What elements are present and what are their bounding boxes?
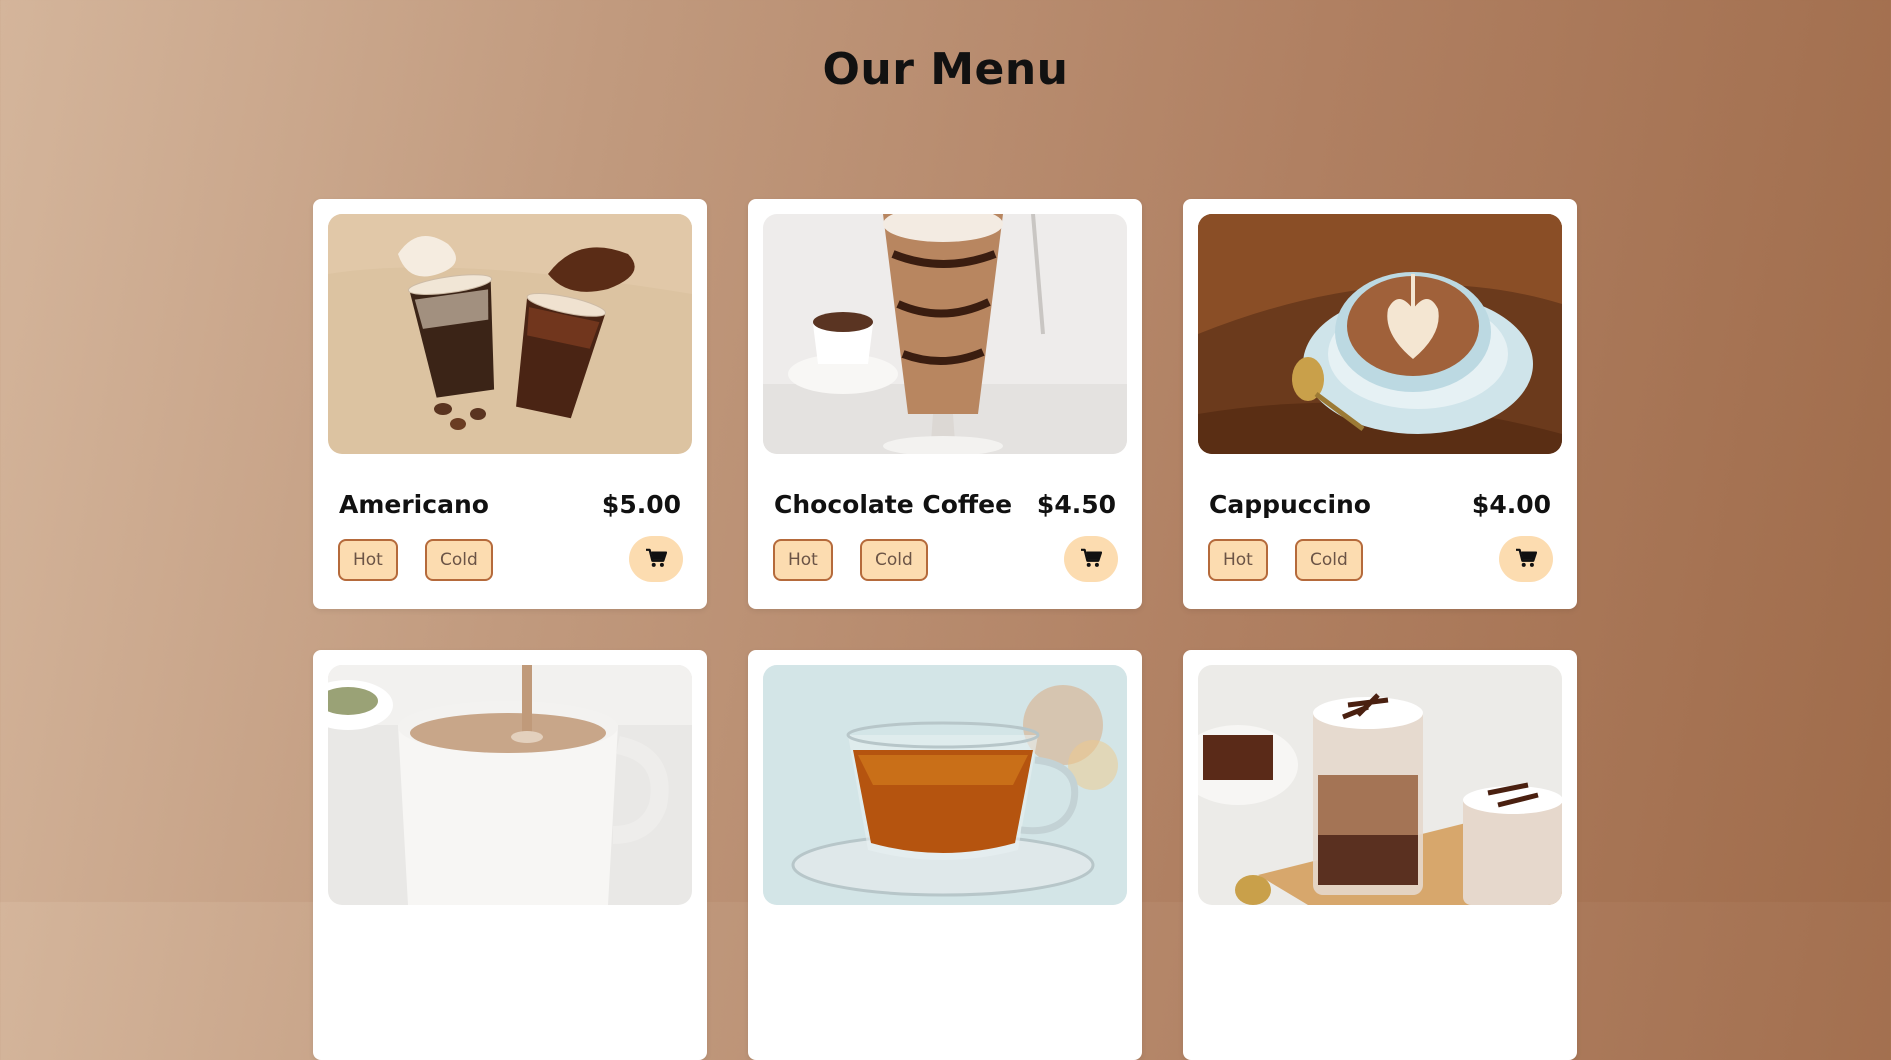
card-info: Americano $5.00 Hot Cold [328, 454, 692, 582]
cappuccino-image [1198, 214, 1562, 454]
add-to-cart-button[interactable] [629, 536, 683, 582]
black-tea-image [763, 665, 1127, 905]
cold-option-button[interactable]: Cold [1295, 539, 1363, 581]
shopping-cart-icon [1515, 548, 1538, 571]
hot-option-button[interactable]: Hot [773, 539, 833, 581]
chocolate-coffee-image [763, 214, 1127, 454]
menu-card: Americano $5.00 Hot Cold [313, 199, 707, 609]
item-price: $5.00 [601, 490, 681, 519]
americano-image [328, 214, 692, 454]
menu-card: Chocolate Coffee $4.50 Hot Cold [748, 199, 1142, 609]
item-name: Americano [339, 490, 489, 519]
shopping-cart-icon [1080, 548, 1103, 571]
menu-card: Cappuccino $4.00 Hot Cold [1183, 199, 1577, 609]
milk-tea-image [328, 665, 692, 905]
card-info: Chocolate Coffee $4.50 Hot Cold [763, 454, 1127, 582]
cold-option-button[interactable]: Cold [860, 539, 928, 581]
hot-option-button[interactable]: Hot [338, 539, 398, 581]
menu-card [748, 650, 1142, 1060]
add-to-cart-button[interactable] [1064, 536, 1118, 582]
hot-option-button[interactable]: Hot [1208, 539, 1268, 581]
hot-chocolate-image [1198, 665, 1562, 905]
card-info: Cappuccino $4.00 Hot Cold [1198, 454, 1562, 582]
item-name: Cappuccino [1209, 490, 1371, 519]
item-name: Chocolate Coffee [774, 490, 1013, 519]
page-title: Our Menu [822, 44, 1069, 95]
menu-card [1183, 650, 1577, 1060]
shopping-cart-icon [645, 548, 668, 571]
menu-grid: Americano $5.00 Hot Cold Chocolate Coffe… [313, 199, 1577, 1060]
item-price: $4.00 [1471, 490, 1551, 519]
add-to-cart-button[interactable] [1499, 536, 1553, 582]
item-price: $4.50 [1036, 490, 1116, 519]
cold-option-button[interactable]: Cold [425, 539, 493, 581]
menu-card [313, 650, 707, 1060]
